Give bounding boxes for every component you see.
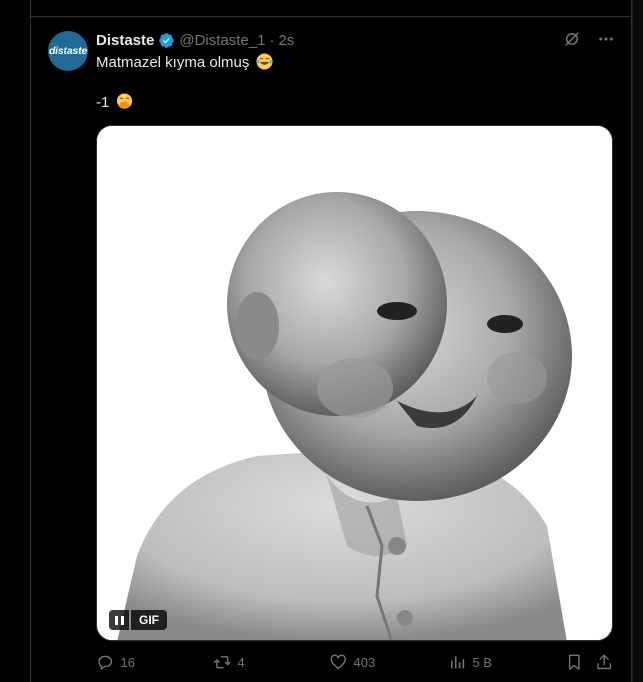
bookmark-icon bbox=[568, 654, 580, 670]
gif-media[interactable]: GIF bbox=[96, 125, 613, 641]
heart-icon bbox=[330, 654, 346, 670]
retweet-icon bbox=[213, 656, 231, 669]
tweet-text-line-1: Matmazel kıyma olmuş bbox=[96, 53, 273, 73]
baby-gif-image bbox=[97, 126, 612, 640]
tweet-text-line-2: -1 bbox=[96, 93, 133, 113]
retweet-count: 4 bbox=[237, 654, 245, 670]
avatar[interactable]: distaste bbox=[48, 31, 88, 71]
avatar-logo-text: distaste bbox=[48, 45, 88, 57]
retweet-button[interactable]: 4 bbox=[213, 653, 245, 672]
scrollbar[interactable] bbox=[632, 0, 643, 682]
face-with-hand-over-mouth-icon bbox=[116, 93, 132, 109]
more-options-icon[interactable] bbox=[597, 30, 615, 48]
timestamp[interactable]: 2s bbox=[278, 32, 294, 49]
tweet-text: Matmazel kıyma olmuş bbox=[96, 54, 250, 71]
reply-button[interactable]: 16 bbox=[96, 653, 135, 672]
tweet-actions: 16 4 403 5 B bbox=[96, 653, 615, 673]
reply-icon bbox=[98, 655, 113, 670]
share-button[interactable] bbox=[595, 653, 614, 672]
views-count: 5 B bbox=[472, 654, 493, 670]
like-count: 403 bbox=[353, 654, 376, 670]
share-icon bbox=[597, 654, 612, 670]
tweet-text: -1 bbox=[96, 94, 110, 111]
face-with-tears-of-joy-icon bbox=[256, 53, 273, 70]
grok-icon[interactable] bbox=[563, 30, 581, 48]
views-icon bbox=[451, 656, 465, 669]
pause-icon[interactable] bbox=[109, 610, 129, 630]
gif-badge: GIF bbox=[131, 610, 167, 630]
bookmark-button[interactable] bbox=[565, 653, 584, 672]
tweet-header-actions bbox=[563, 30, 615, 48]
gif-controls: GIF bbox=[109, 610, 167, 630]
tweet[interactable]: distaste Distaste @Distaste_1 · 2s Matma… bbox=[31, 17, 631, 682]
reply-count: 16 bbox=[120, 654, 135, 670]
like-button[interactable]: 403 bbox=[329, 653, 375, 672]
verified-badge-icon[interactable] bbox=[158, 32, 175, 49]
display-name[interactable]: Distaste bbox=[96, 32, 154, 49]
separator-dot: · bbox=[269, 31, 275, 49]
views-button[interactable]: 5 B bbox=[448, 653, 492, 672]
tweet-header: Distaste @Distaste_1 · 2s bbox=[96, 30, 294, 50]
user-handle[interactable]: @Distaste_1 bbox=[179, 32, 265, 49]
